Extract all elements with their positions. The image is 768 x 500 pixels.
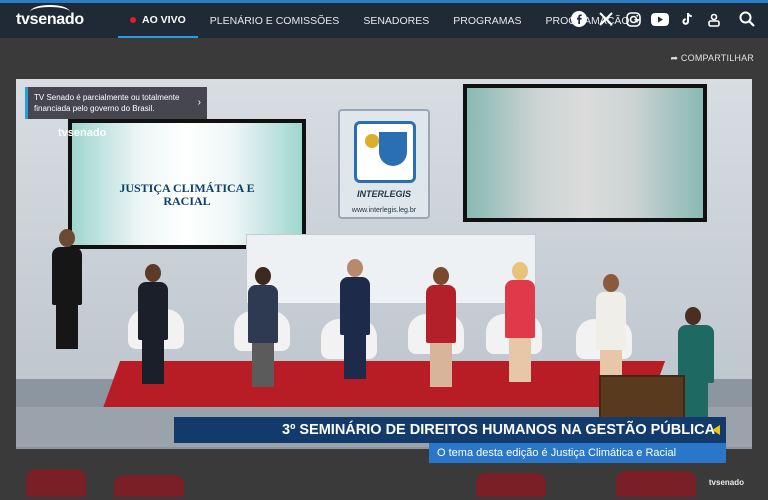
nav-item-programas[interactable]: PROGRAMAS [441, 3, 533, 38]
logo-arc-icon [30, 5, 70, 19]
top-navigation-bar: tvsenado AO VIVO PLENÁRIO E COMISSÕES SE… [0, 0, 768, 38]
channel-watermark: tvsenado [58, 127, 107, 139]
chevron-right-icon: › [197, 97, 201, 108]
nav-label: SENADORES [363, 14, 430, 27]
tiktok-icon[interactable] [678, 10, 696, 28]
panelist [338, 259, 372, 379]
x-icon[interactable] [597, 10, 615, 28]
nav-item-ao-vivo[interactable]: AO VIVO [118, 3, 198, 38]
nav-label: PROGRAMAS [453, 14, 522, 27]
nav-label: AO VIVO [142, 13, 186, 26]
facebook-icon[interactable] [570, 10, 588, 28]
youtube-icon[interactable] [651, 10, 669, 28]
search-icon[interactable] [738, 10, 756, 28]
live-video-player[interactable]: JUSTIÇA CLIMÁTICA E RACIAL INTERLEGIS ww… [16, 79, 752, 497]
lower-third-title: 3º SEMINÁRIO DE DIREITOS HUMANOS NA GEST… [174, 417, 726, 443]
share-button[interactable]: ➦ COMPARTILHAR [670, 53, 754, 64]
funding-notice: TV Senado é parcialmente ou totalmente f… [25, 87, 207, 119]
right-screen [463, 84, 707, 222]
funding-notice-text: TV Senado é parcialmente ou totalmente f… [34, 93, 180, 113]
backdrop-banner [246, 234, 536, 304]
lower-third: 3º SEMINÁRIO DE DIREITOS HUMANOS NA GEST… [174, 417, 726, 463]
red-carpet [101, 361, 666, 411]
nav-item-plenario[interactable]: PLENÁRIO E COMISSÕES [198, 3, 352, 38]
share-label: COMPARTILHAR [680, 53, 754, 63]
instagram-icon[interactable] [624, 10, 642, 28]
live-dot-icon [130, 16, 136, 23]
interlegis-logo-icon [354, 121, 416, 183]
screen-title-left: JUSTIÇA CLIMÁTICA E RACIAL [119, 180, 255, 208]
podcast-icon[interactable] [705, 10, 723, 28]
interlegis-logo-panel: INTERLEGIS www.interlegis.leg.br [338, 109, 430, 219]
nav-item-senadores[interactable]: SENADORES [351, 3, 441, 38]
caret-left-icon [712, 425, 720, 435]
wall-logo-text: INTERLEGIS [356, 189, 411, 199]
sign-language-interpreter [50, 229, 84, 349]
corner-watermark: tvsenado [708, 478, 744, 487]
social-links [570, 10, 756, 28]
lower-third-subtitle: O tema desta edição é Justiça Climática … [429, 443, 726, 463]
tv-senado-logo[interactable]: tvsenado [16, 5, 84, 29]
panelist [136, 264, 170, 384]
lower-third-title-text: 3º SEMINÁRIO DE DIREITOS HUMANOS NA GEST… [282, 422, 716, 438]
nav-label: PLENÁRIO E COMISSÕES [209, 14, 340, 27]
panelist [503, 262, 537, 382]
share-icon: ➦ [670, 53, 681, 63]
podium [599, 375, 685, 423]
panelist [424, 267, 458, 387]
wall-url-text: www.interlegis.leg.br [351, 207, 417, 214]
panelist [246, 267, 280, 387]
